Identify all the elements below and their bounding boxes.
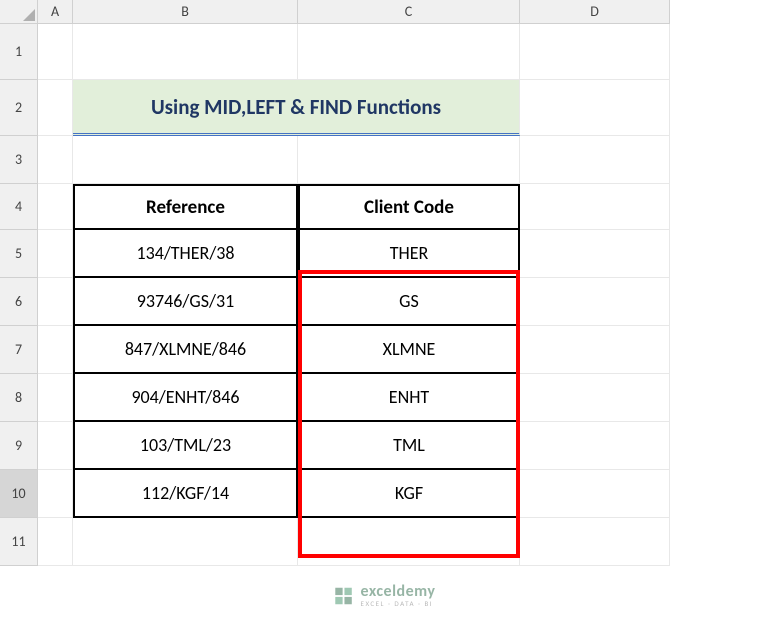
table-row-4-ref[interactable]: 103/TML/23 — [73, 422, 298, 470]
row-header-10[interactable]: 10 — [0, 470, 38, 518]
table-row-2-ref[interactable]: 847/XLMNE/846 — [73, 326, 298, 374]
cell-a6[interactable] — [38, 278, 73, 326]
table-row-5-ref[interactable]: 112/KGF/14 — [73, 470, 298, 518]
spreadsheet-grid: A B C D 1 2 Using MID,LEFT & FIND Functi… — [0, 0, 768, 566]
watermark-sub: EXCEL · DATA · BI — [361, 600, 436, 607]
table-row-0-ref[interactable]: 134/THER/38 — [73, 230, 298, 278]
table-header-reference[interactable]: Reference — [73, 184, 298, 230]
title-cell[interactable]: Using MID,LEFT & FIND Functions — [73, 80, 520, 136]
cell-d7[interactable] — [520, 326, 670, 374]
col-header-c[interactable]: C — [298, 0, 520, 24]
select-all-corner[interactable] — [0, 0, 38, 24]
cell-d9[interactable] — [520, 422, 670, 470]
cell-b3[interactable] — [73, 136, 298, 184]
watermark-main: exceldemy — [361, 584, 436, 600]
col-header-d[interactable]: D — [520, 0, 670, 24]
col-header-b[interactable]: B — [73, 0, 298, 24]
cell-a10[interactable] — [38, 470, 73, 518]
cell-a9[interactable] — [38, 422, 73, 470]
row-header-9[interactable]: 9 — [0, 422, 38, 470]
cell-a7[interactable] — [38, 326, 73, 374]
table-row-1-ref[interactable]: 93746/GS/31 — [73, 278, 298, 326]
row-header-7[interactable]: 7 — [0, 326, 38, 374]
cell-d2[interactable] — [520, 80, 670, 136]
cell-d10[interactable] — [520, 470, 670, 518]
exceldemy-logo-icon — [333, 585, 355, 607]
table-header-clientcode[interactable]: Client Code — [298, 184, 520, 230]
table-row-3-code[interactable]: ENHT — [298, 374, 520, 422]
watermark: exceldemy EXCEL · DATA · BI — [333, 584, 436, 607]
table-row-1-code[interactable]: GS — [298, 278, 520, 326]
cell-a8[interactable] — [38, 374, 73, 422]
cell-d3[interactable] — [520, 136, 670, 184]
cell-a11[interactable] — [38, 518, 73, 566]
cell-c3[interactable] — [298, 136, 520, 184]
cell-a3[interactable] — [38, 136, 73, 184]
cell-c1[interactable] — [298, 24, 520, 80]
col-header-a[interactable]: A — [38, 0, 73, 24]
cell-b11[interactable] — [73, 518, 298, 566]
row-header-6[interactable]: 6 — [0, 278, 38, 326]
cell-d1[interactable] — [520, 24, 670, 80]
table-row-3-ref[interactable]: 904/ENHT/846 — [73, 374, 298, 422]
cell-d6[interactable] — [520, 278, 670, 326]
row-header-2[interactable]: 2 — [0, 80, 38, 136]
cell-d11[interactable] — [520, 518, 670, 566]
cell-d4[interactable] — [520, 184, 670, 230]
cell-a5[interactable] — [38, 230, 73, 278]
table-row-5-code[interactable]: KGF — [298, 470, 520, 518]
row-header-3[interactable]: 3 — [0, 136, 38, 184]
cell-a4[interactable] — [38, 184, 73, 230]
row-header-5[interactable]: 5 — [0, 230, 38, 278]
cell-a2[interactable] — [38, 80, 73, 136]
table-row-0-code[interactable]: THER — [298, 230, 520, 278]
row-header-11[interactable]: 11 — [0, 518, 38, 566]
row-header-1[interactable]: 1 — [0, 24, 38, 80]
row-header-4[interactable]: 4 — [0, 184, 38, 230]
cell-d8[interactable] — [520, 374, 670, 422]
table-row-4-code[interactable]: TML — [298, 422, 520, 470]
cell-c11[interactable] — [298, 518, 520, 566]
row-header-8[interactable]: 8 — [0, 374, 38, 422]
table-row-2-code[interactable]: XLMNE — [298, 326, 520, 374]
cell-d5[interactable] — [520, 230, 670, 278]
cell-b1[interactable] — [73, 24, 298, 80]
cell-a1[interactable] — [38, 24, 73, 80]
